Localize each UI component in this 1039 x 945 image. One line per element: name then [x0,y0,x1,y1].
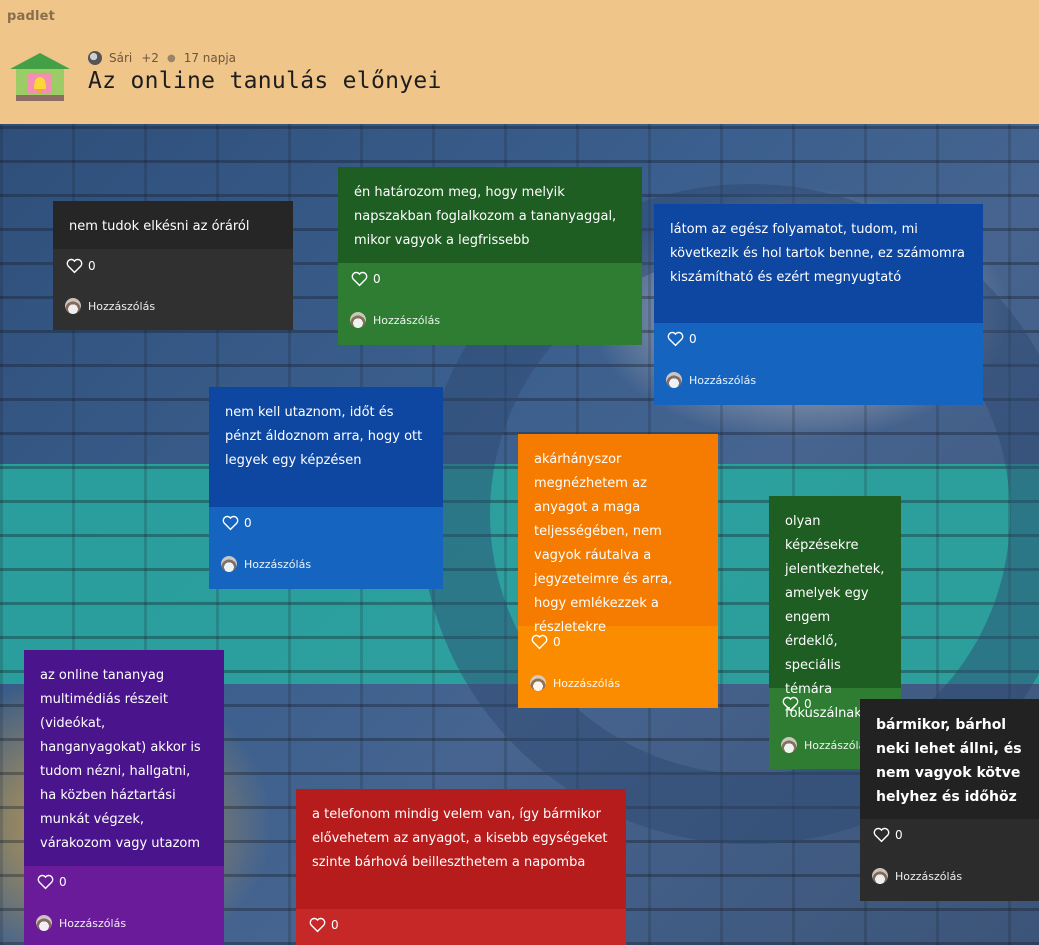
comment-label: Hozzászólás [88,299,156,313]
comment-button[interactable]: Hozzászólás [65,298,155,314]
like-count: 0 [689,332,697,346]
padlet-meta: Sári +2 ● 17 napja [88,51,236,65]
like-button[interactable]: 0 [873,827,903,843]
user-avatar [65,298,81,314]
user-avatar [872,868,888,884]
collaborators-count[interactable]: +2 [141,51,159,65]
post-text: a telefonom mindig velem van, így bármik… [312,807,608,870]
comment-button[interactable]: Hozzászólás [350,312,440,328]
heart-icon [222,515,239,531]
post-card[interactable]: akárhányszor megnézhetem az anyagot a ma… [518,434,718,708]
like-count: 0 [373,272,381,286]
post-card[interactable]: nem tudok elkésni az óráról 0 Hozzászólá… [53,201,293,330]
heart-icon [667,331,684,347]
like-count: 0 [88,259,96,273]
like-button[interactable]: 0 [351,271,381,287]
like-count: 0 [59,875,67,889]
like-count: 0 [804,697,812,711]
heart-icon [531,634,548,650]
schoolhouse-bell-icon [10,53,70,101]
post-text: az online tananyag multimédiás részeit (… [40,668,201,851]
user-avatar [221,556,237,572]
user-avatar [666,372,682,388]
like-button[interactable]: 0 [667,331,697,347]
post-card[interactable]: látom az egész folyamatot, tudom, mi köv… [654,204,983,405]
page-title: Az online tanulás előnyei [88,68,442,94]
comment-label: Hozzászólás [244,557,312,571]
like-button[interactable]: 0 [309,917,339,933]
heart-icon [66,258,83,274]
post-card[interactable]: én határozom meg, hogy melyik napszakban… [338,167,642,345]
like-button[interactable]: 0 [531,634,561,650]
post-card[interactable]: az online tananyag multimédiás részeit (… [24,650,224,945]
comment-label: Hozzászólás [895,869,963,883]
post-card[interactable]: nem kell utaznom, időt és pénzt áldoznom… [209,387,443,589]
user-avatar [781,737,797,753]
heart-icon [351,271,368,287]
padlet-age: 17 napja [183,51,237,65]
author-avatar[interactable] [88,51,102,65]
user-avatar [530,675,546,691]
like-count: 0 [331,918,339,932]
separator-dot: ● [166,52,176,64]
post-text: látom az egész folyamatot, tudom, mi köv… [670,222,966,285]
heart-icon [782,696,799,712]
post-card[interactable]: bármikor, bárhol neki lehet állni, és ne… [860,699,1039,901]
like-button[interactable]: 0 [66,258,96,274]
comment-label: Hozzászólás [553,676,621,690]
like-count: 0 [553,635,561,649]
like-count: 0 [244,516,252,530]
comment-label: Hozzászólás [373,313,441,327]
like-count: 0 [895,828,903,842]
padlet-brand[interactable]: padlet [7,9,55,24]
padlet-header: padlet Sári +2 ● 17 napja Az online tanu… [0,0,1039,124]
comment-button[interactable]: Hozzászólás [36,915,126,931]
heart-icon [37,874,54,890]
user-avatar [350,312,366,328]
heart-icon [309,917,326,933]
post-text: nem kell utaznom, időt és pénzt áldoznom… [225,405,423,468]
comment-button[interactable]: Hozzászólás [666,372,756,388]
comment-button[interactable]: Hozzászólás [530,675,620,691]
post-text: én határozom meg, hogy melyik napszakban… [354,185,617,248]
heart-icon [873,827,890,843]
post-card[interactable]: a telefonom mindig velem van, így bármik… [296,789,626,945]
post-text: bármikor, bárhol neki lehet állni, és ne… [876,717,1022,805]
comment-label: Hozzászólás [59,916,127,930]
comment-button[interactable]: Hozzászólás [781,737,871,753]
like-button[interactable]: 0 [222,515,252,531]
post-text: akárhányszor megnézhetem az anyagot a ma… [534,452,673,635]
user-avatar [36,915,52,931]
comment-button[interactable]: Hozzászólás [221,556,311,572]
post-text: nem tudok elkésni az óráról [69,219,250,234]
comment-button[interactable]: Hozzászólás [872,868,962,884]
like-button[interactable]: 0 [37,874,67,890]
comment-label: Hozzászólás [689,373,757,387]
author-name[interactable]: Sári [109,51,132,65]
like-button[interactable]: 0 [782,696,812,712]
